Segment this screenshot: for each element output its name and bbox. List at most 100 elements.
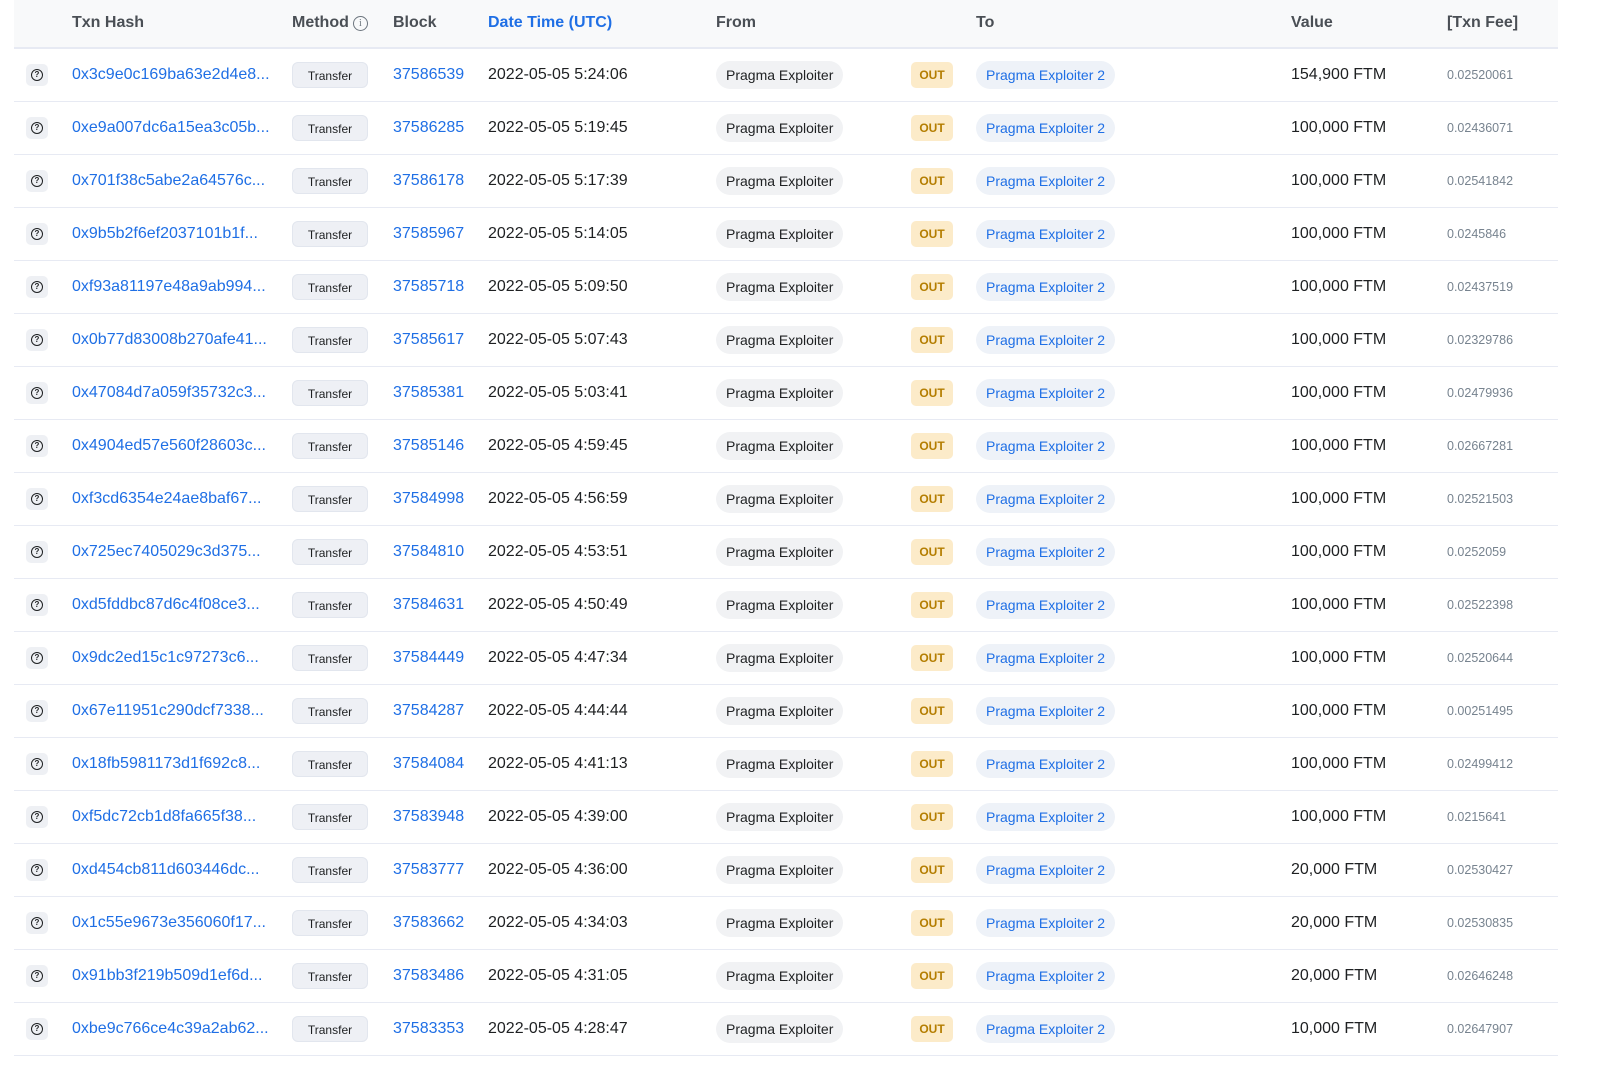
eye-question-icon[interactable]: ?	[26, 435, 48, 457]
column-header-txn-fee[interactable]: [Txn Fee]	[1447, 0, 1518, 47]
block-link[interactable]: 37585967	[393, 225, 464, 243]
eye-question-icon[interactable]: ?	[26, 912, 48, 934]
txn-hash-link[interactable]: 0x9b5b2f6ef2037101b1f...	[72, 225, 272, 243]
block-link[interactable]: 37586178	[393, 172, 464, 190]
eye-question-icon[interactable]: ?	[26, 223, 48, 245]
block-link[interactable]: 37584810	[393, 543, 464, 561]
eye-question-icon[interactable]: ?	[26, 382, 48, 404]
from-address-link[interactable]: Pragma Exploiter	[716, 273, 844, 301]
eye-question-icon[interactable]: ?	[26, 965, 48, 987]
to-address-link[interactable]: Pragma Exploiter 2	[976, 856, 1116, 884]
from-address-link[interactable]: Pragma Exploiter	[716, 114, 844, 142]
to-address-link[interactable]: Pragma Exploiter 2	[976, 962, 1116, 990]
from-address-link[interactable]: Pragma Exploiter	[716, 644, 844, 672]
from-address-link[interactable]: Pragma Exploiter	[716, 697, 844, 725]
block-link[interactable]: 37584287	[393, 702, 464, 720]
eye-question-icon[interactable]: ?	[26, 594, 48, 616]
from-address-link[interactable]: Pragma Exploiter	[716, 220, 844, 248]
eye-question-icon[interactable]: ?	[26, 64, 48, 86]
to-address-link[interactable]: Pragma Exploiter 2	[976, 220, 1116, 248]
from-address-link[interactable]: Pragma Exploiter	[716, 432, 844, 460]
block-link[interactable]: 37584998	[393, 490, 464, 508]
block-link[interactable]: 37583662	[393, 914, 464, 932]
from-address-link[interactable]: Pragma Exploiter	[716, 856, 844, 884]
txn-hash-link[interactable]: 0xf3cd6354e24ae8baf67...	[72, 490, 272, 508]
block-link[interactable]: 37585617	[393, 331, 464, 349]
from-address-link[interactable]: Pragma Exploiter	[716, 750, 844, 778]
block-link[interactable]: 37584631	[393, 596, 464, 614]
txn-hash-link[interactable]: 0x0b77d83008b270afe41...	[72, 331, 272, 349]
txn-hash-link[interactable]: 0x701f38c5abe2a64576c...	[72, 172, 272, 190]
from-address-link[interactable]: Pragma Exploiter	[716, 962, 844, 990]
txn-hash-link[interactable]: 0xd5fddbc87d6c4f08ce3...	[72, 596, 272, 614]
to-address-link[interactable]: Pragma Exploiter 2	[976, 326, 1116, 354]
to-address-link[interactable]: Pragma Exploiter 2	[976, 61, 1116, 89]
from-address-link[interactable]: Pragma Exploiter	[716, 485, 844, 513]
to-address-link[interactable]: Pragma Exploiter 2	[976, 803, 1116, 831]
eye-question-icon[interactable]: ?	[26, 117, 48, 139]
from-address-link[interactable]: Pragma Exploiter	[716, 538, 844, 566]
txn-hash-link[interactable]: 0x91bb3f219b509d1ef6d...	[72, 967, 272, 985]
to-address-link[interactable]: Pragma Exploiter 2	[976, 1015, 1116, 1043]
txn-hash-link[interactable]: 0xbe9c766ce4c39a2ab62...	[72, 1020, 272, 1038]
txn-hash-link[interactable]: 0x67e11951c290dcf7338...	[72, 702, 272, 720]
txn-fee-text: 0.0245846	[1447, 227, 1507, 241]
block-link[interactable]: 37584449	[393, 649, 464, 667]
txn-hash-link[interactable]: 0x725ec7405029c3d375...	[72, 543, 272, 561]
to-address-link[interactable]: Pragma Exploiter 2	[976, 273, 1116, 301]
eye-question-icon[interactable]: ?	[26, 541, 48, 563]
txn-hash-link[interactable]: 0x4904ed57e560f28603c...	[72, 437, 272, 455]
block-link[interactable]: 37586285	[393, 119, 464, 137]
eye-question-icon[interactable]: ?	[26, 753, 48, 775]
to-address-link[interactable]: Pragma Exploiter 2	[976, 114, 1116, 142]
from-address-link[interactable]: Pragma Exploiter	[716, 61, 844, 89]
column-header-date-time[interactable]: Date Time (UTC)	[488, 0, 612, 47]
eye-question-icon[interactable]: ?	[26, 700, 48, 722]
eye-question-icon[interactable]: ?	[26, 276, 48, 298]
method-badge: Transfer	[292, 698, 368, 724]
to-address-link[interactable]: Pragma Exploiter 2	[976, 485, 1116, 513]
block-link[interactable]: 37585718	[393, 278, 464, 296]
block-link[interactable]: 37583948	[393, 808, 464, 826]
to-address-link[interactable]: Pragma Exploiter 2	[976, 538, 1116, 566]
info-icon[interactable]: i	[352, 16, 368, 31]
to-address-link[interactable]: Pragma Exploiter 2	[976, 697, 1116, 725]
to-address-link[interactable]: Pragma Exploiter 2	[976, 432, 1116, 460]
block-link[interactable]: 37585146	[393, 437, 464, 455]
txn-hash-link[interactable]: 0x3c9e0c169ba63e2d4e8...	[72, 66, 272, 84]
block-link[interactable]: 37583777	[393, 861, 464, 879]
to-address-link[interactable]: Pragma Exploiter 2	[976, 167, 1116, 195]
eye-question-icon[interactable]: ?	[26, 170, 48, 192]
txn-hash-link[interactable]: 0xf93a81197e48a9ab994...	[72, 278, 272, 296]
txn-hash-link[interactable]: 0xe9a007dc6a15ea3c05b...	[72, 119, 272, 137]
txn-hash-link[interactable]: 0xd454cb811d603446dc...	[72, 861, 272, 879]
from-address-link[interactable]: Pragma Exploiter	[716, 591, 844, 619]
to-address-link[interactable]: Pragma Exploiter 2	[976, 644, 1116, 672]
to-address-link[interactable]: Pragma Exploiter 2	[976, 909, 1116, 937]
to-address-link[interactable]: Pragma Exploiter 2	[976, 591, 1116, 619]
from-address-link[interactable]: Pragma Exploiter	[716, 1015, 844, 1043]
from-address-link[interactable]: Pragma Exploiter	[716, 167, 844, 195]
block-link[interactable]: 37584084	[393, 755, 464, 773]
eye-question-icon[interactable]: ?	[26, 1018, 48, 1040]
from-address-link[interactable]: Pragma Exploiter	[716, 803, 844, 831]
to-address-link[interactable]: Pragma Exploiter 2	[976, 379, 1116, 407]
eye-question-icon[interactable]: ?	[26, 329, 48, 351]
eye-question-icon[interactable]: ?	[26, 488, 48, 510]
block-link[interactable]: 37585381	[393, 384, 464, 402]
txn-hash-link[interactable]: 0x18fb5981173d1f692c8...	[72, 755, 272, 773]
from-address-link[interactable]: Pragma Exploiter	[716, 379, 844, 407]
from-address-link[interactable]: Pragma Exploiter	[716, 326, 844, 354]
block-link[interactable]: 37583486	[393, 967, 464, 985]
txn-hash-link[interactable]: 0x47084d7a059f35732c3...	[72, 384, 272, 402]
txn-hash-link[interactable]: 0x9dc2ed15c1c97273c6...	[72, 649, 272, 667]
txn-hash-link[interactable]: 0x1c55e9673e356060f17...	[72, 914, 272, 932]
eye-question-icon[interactable]: ?	[26, 859, 48, 881]
eye-question-icon[interactable]: ?	[26, 806, 48, 828]
block-link[interactable]: 37583353	[393, 1020, 464, 1038]
eye-question-icon[interactable]: ?	[26, 647, 48, 669]
to-address-link[interactable]: Pragma Exploiter 2	[976, 750, 1116, 778]
block-link[interactable]: 37586539	[393, 66, 464, 84]
from-address-link[interactable]: Pragma Exploiter	[716, 909, 844, 937]
txn-hash-link[interactable]: 0xf5dc72cb1d8fa665f38...	[72, 808, 272, 826]
